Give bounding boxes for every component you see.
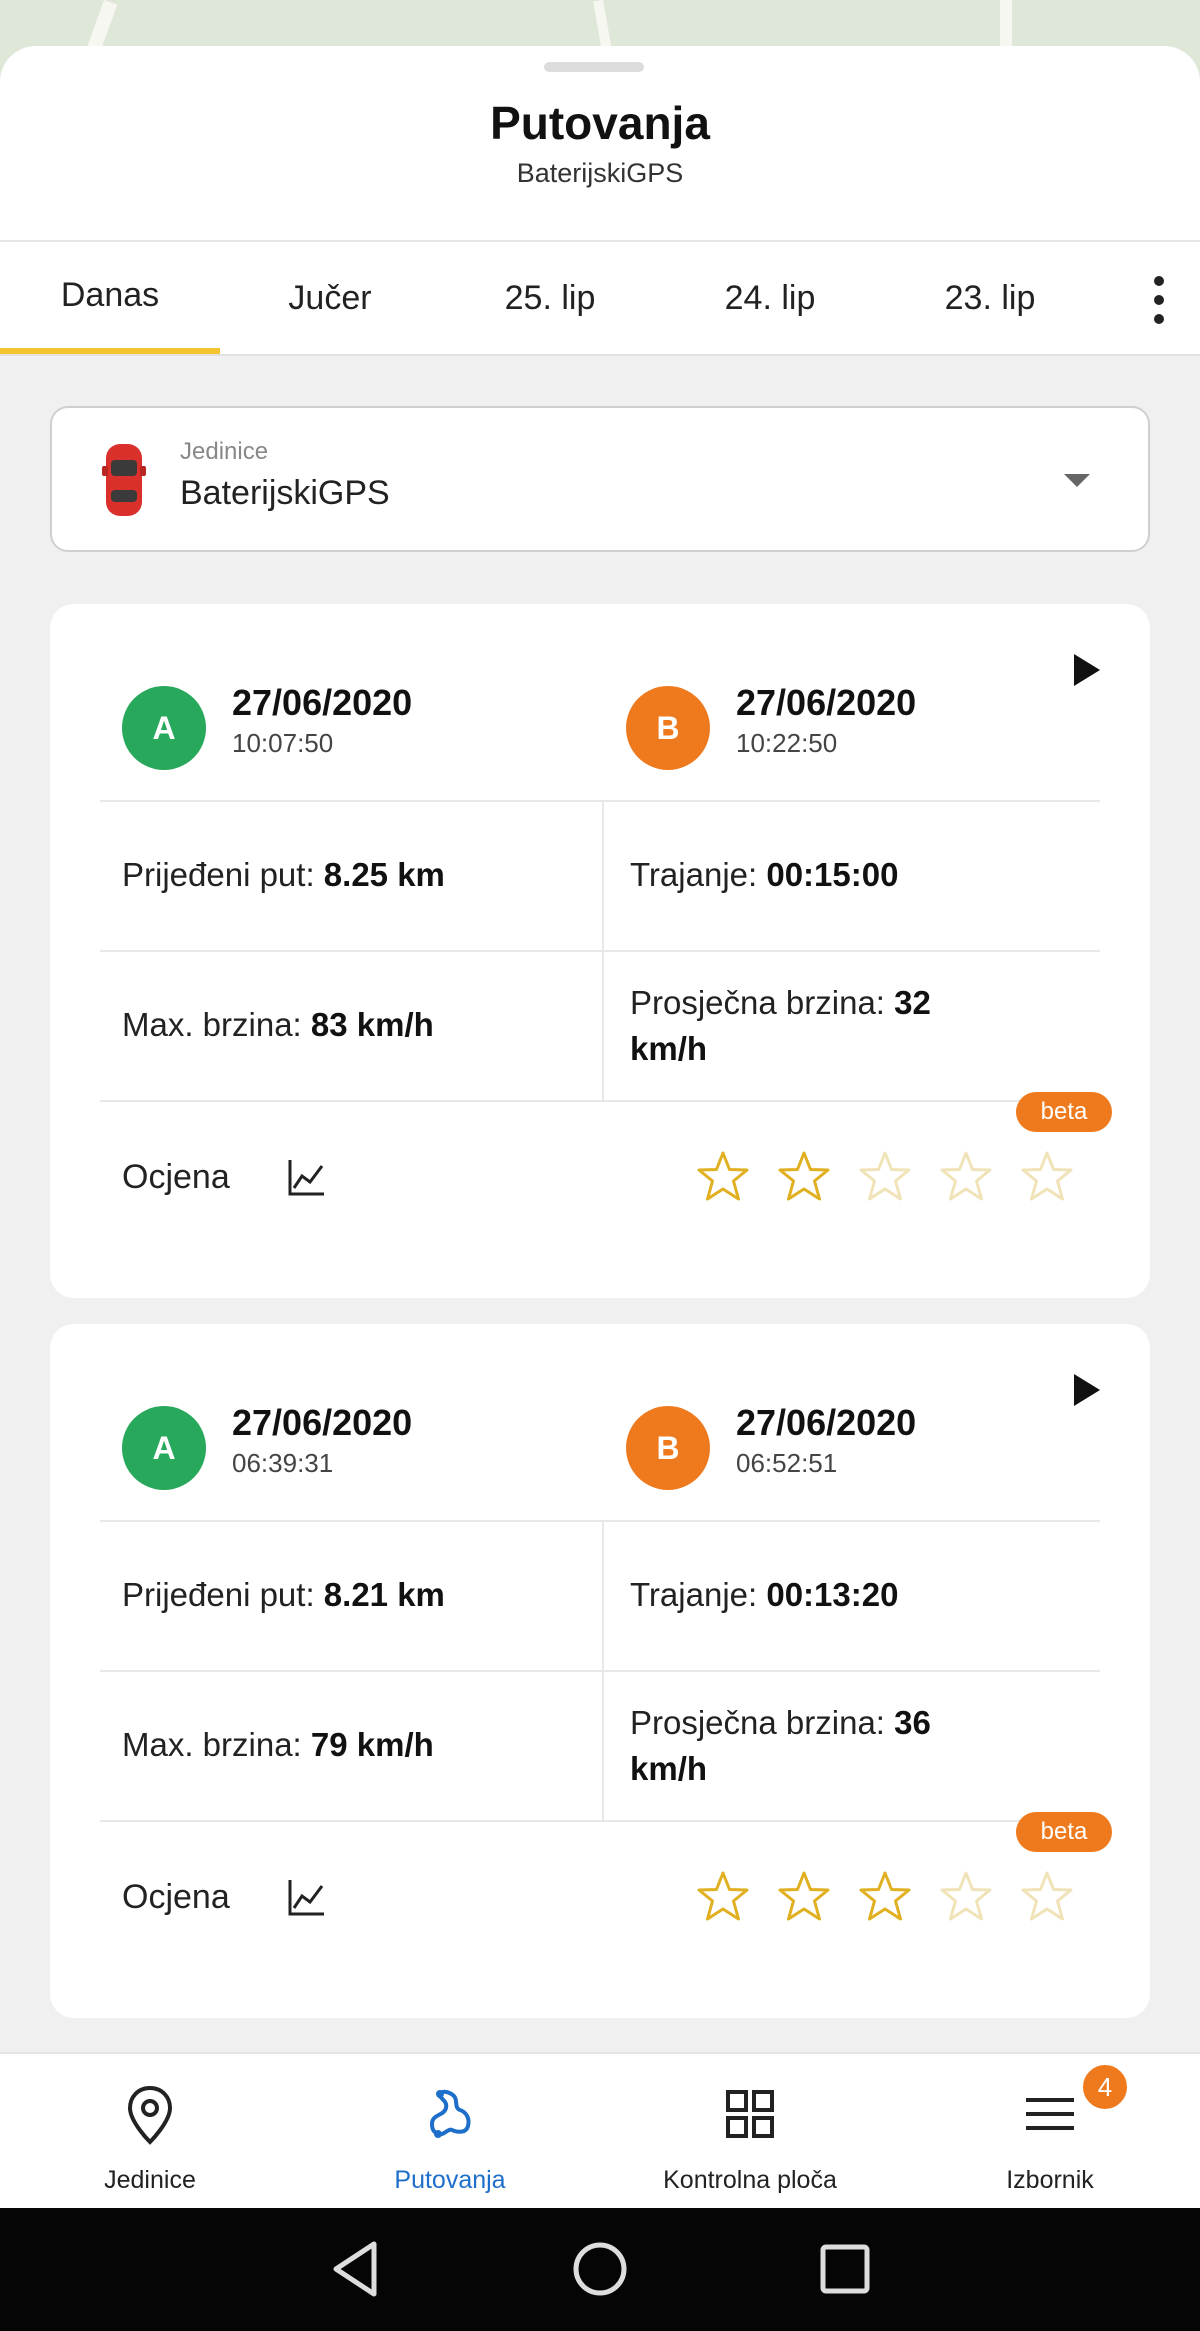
hamburger-menu-icon: [1026, 2098, 1074, 2130]
divider: [100, 1820, 1100, 1822]
end-point-badge: B: [626, 686, 710, 770]
avg-speed-stat: Prosječna brzina: 36 km/h: [630, 1704, 931, 1787]
chart-line-icon[interactable]: [286, 1156, 328, 1198]
star-filled-icon: [859, 1871, 911, 1921]
dropdown-caret-icon: [1064, 474, 1090, 487]
beta-badge: beta: [1016, 1812, 1112, 1852]
start-date: 27/06/2020: [232, 1402, 413, 1443]
star-filled-icon: [778, 1151, 830, 1201]
trips-sheet: Putovanja BaterijskiGPS Danas Jučer 25. …: [0, 46, 1200, 2040]
star-filled-icon: [697, 1151, 749, 1201]
nav-item-izbornik[interactable]: Izbornik: [900, 2054, 1200, 2210]
start-point-badge: A: [122, 686, 206, 770]
star-empty-icon: [859, 1151, 911, 1201]
play-icon[interactable]: [1074, 1374, 1100, 1406]
dashboard-grid-icon: [726, 2090, 774, 2138]
system-nav-bar: [0, 2208, 1200, 2331]
page-title: Putovanja: [490, 97, 710, 149]
max-speed-stat: Max. brzina: 79 km/h: [122, 1726, 434, 1763]
star-empty-icon: [940, 1871, 992, 1921]
star-empty-icon: [1021, 1151, 1073, 1201]
sheet-header: Putovanja BaterijskiGPS: [0, 46, 1200, 242]
end-time: 06:52:51: [736, 1448, 838, 1478]
recents-icon[interactable]: [808, 2232, 882, 2306]
divider: [100, 800, 1100, 802]
end-time: 10:22:50: [736, 728, 838, 758]
end-date: 27/06/2020: [736, 1402, 917, 1443]
max-speed-stat: Max. brzina: 83 km/h: [122, 1006, 434, 1043]
chart-line-icon[interactable]: [286, 1876, 328, 1918]
play-icon[interactable]: [1074, 654, 1100, 686]
star-empty-icon: [1021, 1871, 1073, 1921]
start-point-badge: A: [122, 1406, 206, 1490]
nav-label: Jedinice: [104, 2166, 196, 2194]
start-time: 06:39:31: [232, 1448, 334, 1478]
unit-select-value: BaterijskiGPS: [180, 474, 390, 512]
star-filled-icon: [778, 1871, 830, 1921]
drag-handle[interactable]: [544, 62, 644, 72]
rating-label: Ocjena: [122, 1878, 230, 1916]
back-icon[interactable]: [318, 2232, 392, 2306]
bottom-nav: Jedinice Putovanja Kontrolna ploča Izbor…: [0, 2052, 1200, 2208]
tab-25-lip[interactable]: 25. lip: [440, 242, 660, 354]
nav-label: Putovanja: [394, 2166, 506, 2194]
end-point-badge: B: [626, 1406, 710, 1490]
rating-stars: [696, 1150, 1101, 1204]
date-tabs: Danas Jučer 25. lip 24. lip 23. lip: [0, 242, 1200, 356]
nav-item-kontrolna-ploca[interactable]: Kontrolna ploča: [600, 2054, 900, 2210]
divider: [100, 1670, 1100, 1672]
home-icon[interactable]: [563, 2232, 637, 2306]
avg-speed-stat: Prosječna brzina: 32 km/h: [630, 984, 931, 1067]
divider: [100, 1100, 1100, 1102]
trip-card[interactable]: A 27/06/2020 10:07:50 B 27/06/2020 10:22…: [50, 604, 1150, 1298]
more-vert-icon[interactable]: [1148, 276, 1170, 324]
nav-label: Kontrolna ploča: [663, 2166, 837, 2194]
star-empty-icon: [940, 1151, 992, 1201]
nav-item-putovanja[interactable]: Putovanja: [300, 2054, 600, 2210]
end-date: 27/06/2020: [736, 682, 917, 723]
route-icon: [429, 2089, 471, 2138]
trip-card[interactable]: A 27/06/2020 06:39:31 B 27/06/2020 06:52…: [50, 1324, 1150, 2018]
nav-item-jedinice[interactable]: Jedinice: [0, 2054, 300, 2210]
star-filled-icon: [697, 1871, 749, 1921]
divider: [100, 1520, 1100, 1522]
start-time: 10:07:50: [232, 728, 334, 758]
rating-label: Ocjena: [122, 1158, 230, 1196]
nav-label: Izbornik: [1006, 2166, 1094, 2194]
beta-badge: beta: [1016, 1092, 1112, 1132]
rating-stars: [696, 1870, 1101, 1924]
page-subtitle: BaterijskiGPS: [516, 158, 684, 188]
divider: [100, 950, 1100, 952]
duration-stat: Trajanje: 00:13:20: [630, 1576, 899, 1613]
map-pin-icon: [127, 2085, 173, 2145]
car-icon: [102, 444, 146, 516]
unit-select[interactable]: Jedinice BaterijskiGPS: [50, 406, 1150, 552]
duration-stat: Trajanje: 00:15:00: [630, 856, 899, 893]
tab-danas[interactable]: Danas: [0, 242, 220, 354]
notification-badge: 4: [1080, 2062, 1130, 2112]
start-date: 27/06/2020: [232, 682, 413, 723]
tab-23-lip[interactable]: 23. lip: [880, 242, 1100, 354]
distance-stat: Prijeđeni put: 8.25 km: [122, 856, 445, 893]
tab-24-lip[interactable]: 24. lip: [660, 242, 880, 354]
unit-select-label: Jedinice: [180, 438, 269, 465]
distance-stat: Prijeđeni put: 8.21 km: [122, 1576, 445, 1613]
tab-jucer[interactable]: Jučer: [220, 242, 440, 354]
